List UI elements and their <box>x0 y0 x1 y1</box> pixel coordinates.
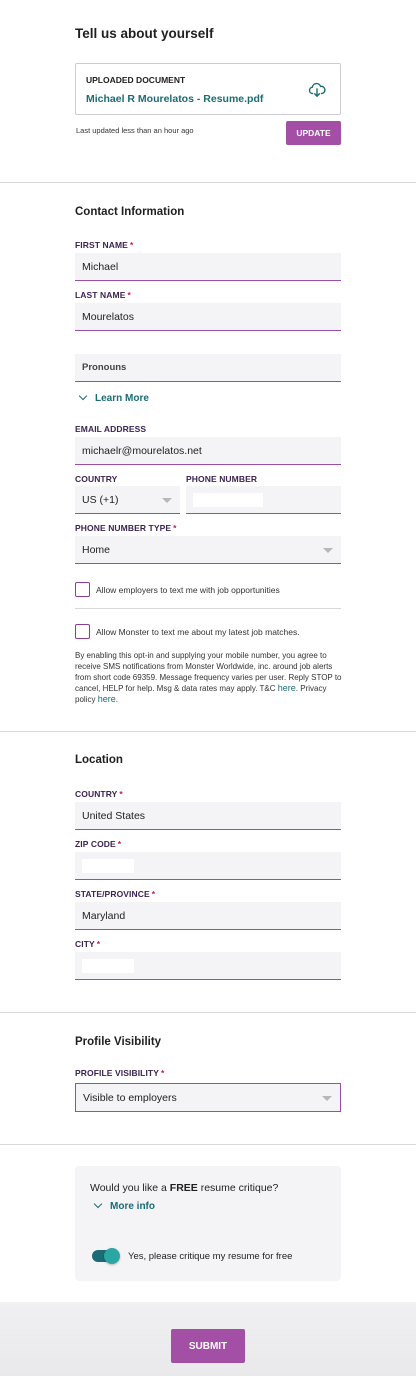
critique-toggle-label: Yes, please critique my resume for free <box>128 1251 293 1262</box>
last-name-input[interactable]: Mourelatos <box>75 303 341 331</box>
section-divider <box>0 731 416 732</box>
first-name-input[interactable]: Michael <box>75 253 341 281</box>
section-divider <box>0 1144 416 1145</box>
checkbox-divider <box>75 608 341 609</box>
more-info-toggle[interactable]: More info <box>93 1199 155 1212</box>
zip-code-input[interactable] <box>75 852 341 880</box>
visibility-label: PROFILE VISIBILITY * <box>75 1068 165 1078</box>
visibility-section-title: Profile Visibility <box>75 1036 162 1048</box>
phone-number-label: PHONE NUMBER <box>186 474 258 484</box>
email-label: EMAIL ADDRESS <box>75 424 147 434</box>
chevron-down-icon <box>93 1199 103 1209</box>
visibility-value: Visible to employers <box>83 1091 177 1104</box>
country-code-value: US (+1) <box>82 493 119 506</box>
chevron-down-icon <box>78 391 88 401</box>
first-name-label: FIRST NAME * <box>75 240 134 250</box>
learn-more-toggle[interactable]: Learn More <box>78 391 149 404</box>
update-button[interactable]: UPDATE <box>286 121 341 145</box>
phone-type-label: PHONE NUMBER TYPE * <box>75 523 177 533</box>
critique-question: Would you like a FREE resume critique? <box>90 1182 279 1194</box>
section-divider <box>0 182 416 183</box>
cloud-download-icon[interactable] <box>308 82 326 98</box>
location-section-title: Location <box>75 754 123 766</box>
uploaded-document-label: UPLOADED DOCUMENT <box>86 75 186 85</box>
pronouns-input[interactable]: Pronouns <box>75 354 341 382</box>
phone-type-select[interactable]: Home <box>75 536 341 564</box>
caret-down-icon <box>162 498 172 503</box>
visibility-select[interactable]: Visible to employers <box>75 1083 341 1112</box>
text-monster-checkbox[interactable] <box>75 624 90 639</box>
redacted-zip-value <box>82 858 134 873</box>
text-jobs-checkbox[interactable] <box>75 582 90 597</box>
caret-down-icon <box>322 1096 332 1101</box>
country-code-label: COUNTRY <box>75 474 118 484</box>
page-title: Tell us about yourself <box>75 26 214 41</box>
phone-number-input[interactable] <box>186 486 341 514</box>
contact-section-title: Contact Information <box>75 206 185 218</box>
sms-disclaimer: By enabling this opt-in and supplying yo… <box>75 651 342 704</box>
caret-down-icon <box>323 548 333 553</box>
terms-link[interactable]: here <box>278 683 296 693</box>
critique-card: Would you like a FREE resume critique? M… <box>75 1166 341 1281</box>
toggle-knob <box>104 1248 120 1264</box>
email-input[interactable]: michaelr@mourelatos.net <box>75 437 341 465</box>
redacted-city-value <box>82 958 134 973</box>
city-input[interactable] <box>75 952 341 980</box>
privacy-policy-link[interactable]: here <box>98 694 116 704</box>
country-code-select[interactable]: US (+1) <box>75 486 180 514</box>
state-input[interactable]: Maryland <box>75 902 341 930</box>
zip-code-label: ZIP CODE * <box>75 839 122 849</box>
location-country-input[interactable]: United States <box>75 802 341 830</box>
resume-file-link[interactable]: Michael R Mourelatos - Resume.pdf <box>86 93 263 105</box>
text-monster-label: Allow Monster to text me about my latest… <box>96 627 300 637</box>
critique-toggle[interactable] <box>92 1248 120 1264</box>
submit-button[interactable]: SUBMIT <box>171 1329 245 1363</box>
section-divider <box>0 1012 416 1013</box>
uploaded-document-card: UPLOADED DOCUMENT Michael R Mourelatos -… <box>75 63 341 115</box>
last-updated-text: Last updated less than an hour ago <box>76 126 194 135</box>
phone-type-value: Home <box>82 543 111 556</box>
state-label: STATE/PROVINCE * <box>75 889 156 899</box>
location-country-label: COUNTRY * <box>75 789 123 799</box>
redacted-phone-value <box>193 492 263 507</box>
text-jobs-label: Allow employers to text me with job oppo… <box>96 585 280 595</box>
city-label: CITY * <box>75 939 101 949</box>
last-name-label: LAST NAME * <box>75 290 131 300</box>
